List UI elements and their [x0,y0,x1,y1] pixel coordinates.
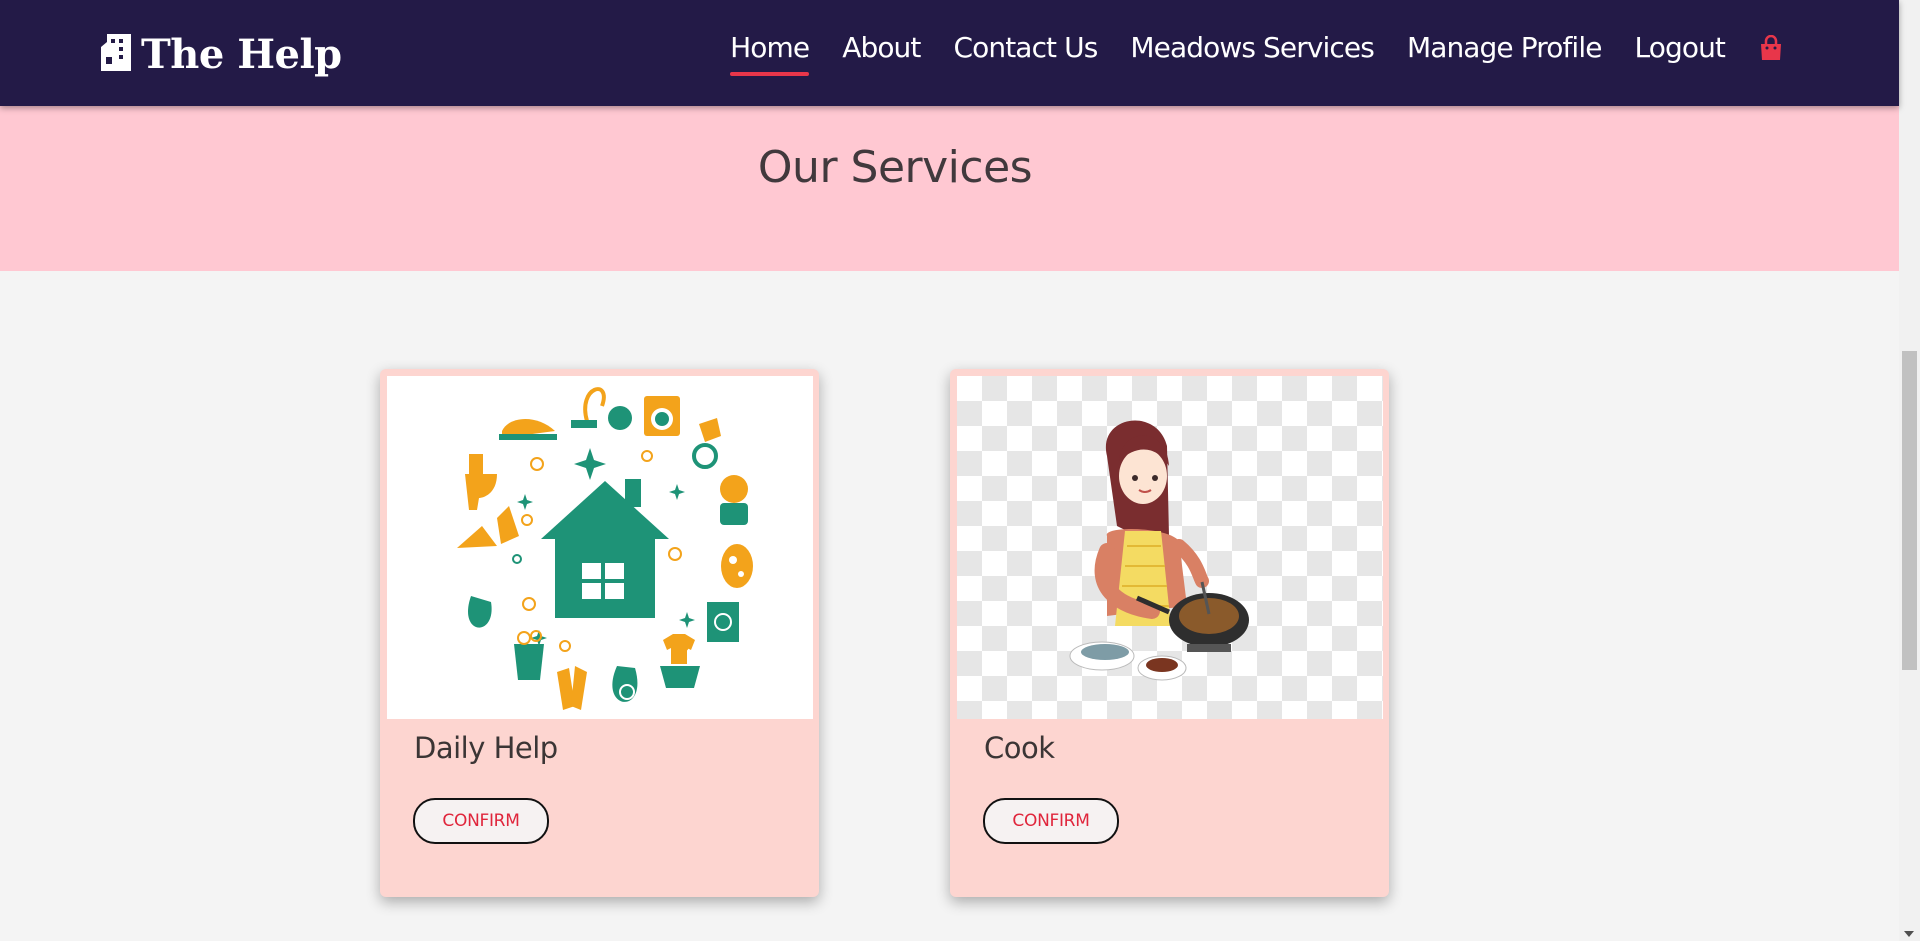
nav-menu: Home About Contact Us Meadows Services M… [730,28,1783,76]
nav-link-logout[interactable]: Logout [1635,28,1726,68]
brand-name: The Help [141,30,342,78]
scrollbar-thumb[interactable] [1902,351,1917,670]
service-card-daily-help: Daily Help CONFIRM [380,369,819,897]
page-scrollbar[interactable] [1899,0,1920,941]
nav-link-contact-us[interactable]: Contact Us [954,28,1099,68]
woman-cooking-illustration [957,376,1383,719]
nav-link-meadows-services[interactable]: Meadows Services [1130,28,1374,68]
nav-link-home[interactable]: Home [730,28,810,76]
house-cleaning-illustration [387,376,813,719]
services-banner: Our Services [0,106,1899,271]
service-card-cook: Cook CONFIRM [950,369,1389,897]
service-title: Cook [984,731,1055,765]
nav-link-manage-profile[interactable]: Manage Profile [1407,28,1602,68]
page-title: Our Services [757,142,1033,193]
navbar: The Help Home About Contact Us Meadows S… [0,0,1899,106]
shopping-bag-icon[interactable] [1759,35,1783,61]
confirm-button[interactable]: CONFIRM [983,798,1119,844]
nav-link-about[interactable]: About [842,28,921,68]
brand-logo[interactable]: The Help [97,26,342,82]
service-title: Daily Help [414,731,558,765]
building-icon [101,34,131,71]
confirm-button[interactable]: CONFIRM [413,798,549,844]
scroll-down-icon[interactable] [1904,931,1914,937]
